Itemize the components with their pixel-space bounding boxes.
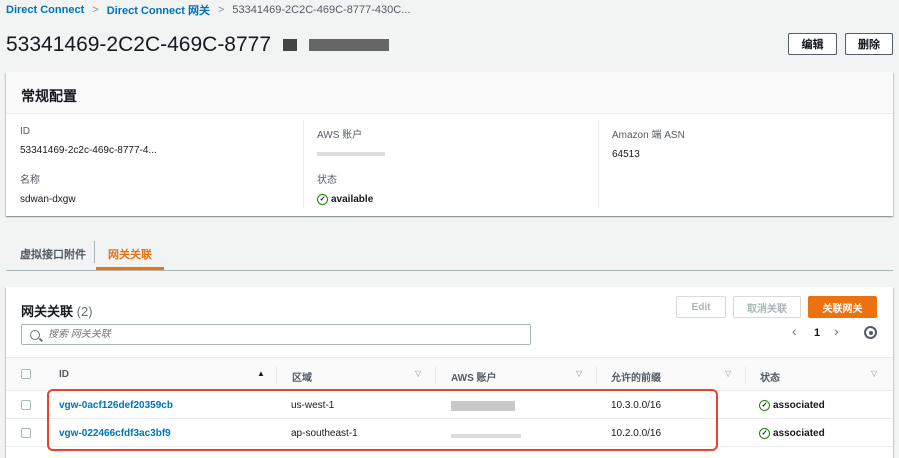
check-circle-icon: ✓ — [759, 428, 770, 439]
column-header-allowed-prefixes[interactable]: 允许的前缀 — [611, 369, 661, 384]
column-divider — [596, 366, 597, 384]
column-header-status[interactable]: 状态 — [760, 369, 780, 384]
tab-divider — [94, 241, 95, 263]
name-label: 名称 — [20, 175, 40, 186]
search-input[interactable] — [48, 329, 508, 340]
account-field: AWS 账户 — [317, 126, 385, 160]
check-circle-icon: ✓ — [759, 400, 770, 411]
table-header: ID ▲ 区域 ▽ AWS 账户 ▽ 允许的前缀 ▽ 状态 ▽ — [6, 357, 893, 391]
id-value: 53341469-2c2c-469c-8777-4... — [20, 145, 157, 156]
asn-field: Amazon 端 ASN 64513 — [612, 126, 685, 160]
status-value: ✓ available — [317, 194, 373, 205]
status-text: associated — [773, 428, 825, 439]
page-title-text: 53341469-2C2C-469C-8777 — [6, 33, 272, 56]
column-header-region[interactable]: 区域 — [292, 369, 312, 384]
account-label: AWS 账户 — [317, 130, 363, 141]
breadcrumb: Direct Connect > Direct Connect 网关 > 533… — [6, 2, 410, 18]
row-checkbox[interactable] — [21, 400, 31, 410]
column-divider — [745, 366, 746, 384]
disassociate-button[interactable]: 取消关联 — [733, 296, 801, 318]
edit-button[interactable]: 编辑 — [788, 33, 837, 55]
breadcrumb-current: 53341469-2C2C-469C-8777-430C... — [232, 4, 411, 16]
sort-ascending-icon[interactable]: ▲ — [257, 369, 265, 378]
asn-value: 64513 — [612, 149, 640, 160]
search-icon — [30, 329, 40, 340]
column-divider — [276, 366, 277, 384]
status-text: associated — [773, 400, 825, 411]
highlight-annotation-box — [47, 389, 718, 451]
associations-title-text: 网关关联 — [21, 304, 74, 319]
next-page-icon[interactable]: › — [834, 323, 839, 339]
sort-icon[interactable]: ▽ — [725, 369, 731, 378]
column-header-account[interactable]: AWS 账户 — [451, 369, 497, 384]
status-label: 状态 — [317, 175, 337, 186]
name-value: sdwan-dxgw — [20, 194, 76, 205]
sort-icon[interactable]: ▽ — [415, 369, 421, 378]
status-cell: ✓ associated — [759, 428, 825, 439]
select-all-checkbox[interactable] — [21, 369, 31, 379]
id-label: ID — [20, 126, 30, 137]
associations-count: (2) — [76, 304, 93, 319]
redacted-block — [308, 39, 389, 52]
gear-icon[interactable] — [864, 326, 877, 339]
redacted-block — [282, 39, 297, 52]
column-header-id[interactable]: ID — [59, 369, 69, 380]
associations-title: 网关关联 (2) — [21, 301, 93, 320]
column-divider — [435, 366, 436, 384]
delete-button[interactable]: 删除 — [845, 33, 893, 55]
general-config-panel: 常规配置 ID 53341469-2c2c-469c-8777-4... 名称 … — [6, 72, 893, 216]
chevron-right-icon: > — [92, 4, 99, 16]
associate-gateway-button[interactable]: 关联网关 — [808, 296, 877, 318]
search-box[interactable] — [21, 324, 531, 345]
account-value-redacted — [317, 149, 385, 160]
row-checkbox[interactable] — [21, 428, 31, 438]
breadcrumb-direct-connect[interactable]: Direct Connect — [6, 4, 84, 16]
asn-label: Amazon 端 ASN — [612, 130, 685, 141]
sort-icon[interactable]: ▽ — [871, 369, 877, 378]
page-title: 53341469-2C2C-469C-8777 — [6, 33, 389, 57]
tab-bar: 虚拟接口附件 网关关联 — [6, 233, 893, 271]
status-cell: ✓ associated — [759, 400, 825, 411]
page-number[interactable]: 1 — [814, 327, 820, 339]
tab-virtual-interface-attachments[interactable]: 虚拟接口附件 — [20, 233, 86, 270]
status-text: available — [331, 194, 374, 205]
column-divider — [303, 120, 304, 208]
edit-association-button[interactable]: Edit — [676, 296, 726, 318]
check-circle-icon: ✓ — [317, 194, 328, 205]
column-divider — [598, 120, 599, 208]
sort-icon[interactable]: ▽ — [576, 369, 582, 378]
breadcrumb-dx-gateways[interactable]: Direct Connect 网关 — [107, 2, 210, 18]
status-field: 状态 ✓ available — [317, 171, 373, 205]
id-field: ID 53341469-2c2c-469c-8777-4... — [20, 126, 157, 156]
general-config-header: 常规配置 — [6, 72, 893, 114]
tab-gateway-associations[interactable]: 网关关联 — [96, 233, 164, 270]
chevron-right-icon: > — [217, 4, 225, 16]
previous-page-icon[interactable]: ‹ — [792, 323, 797, 339]
name-field: 名称 sdwan-dxgw — [20, 171, 76, 205]
